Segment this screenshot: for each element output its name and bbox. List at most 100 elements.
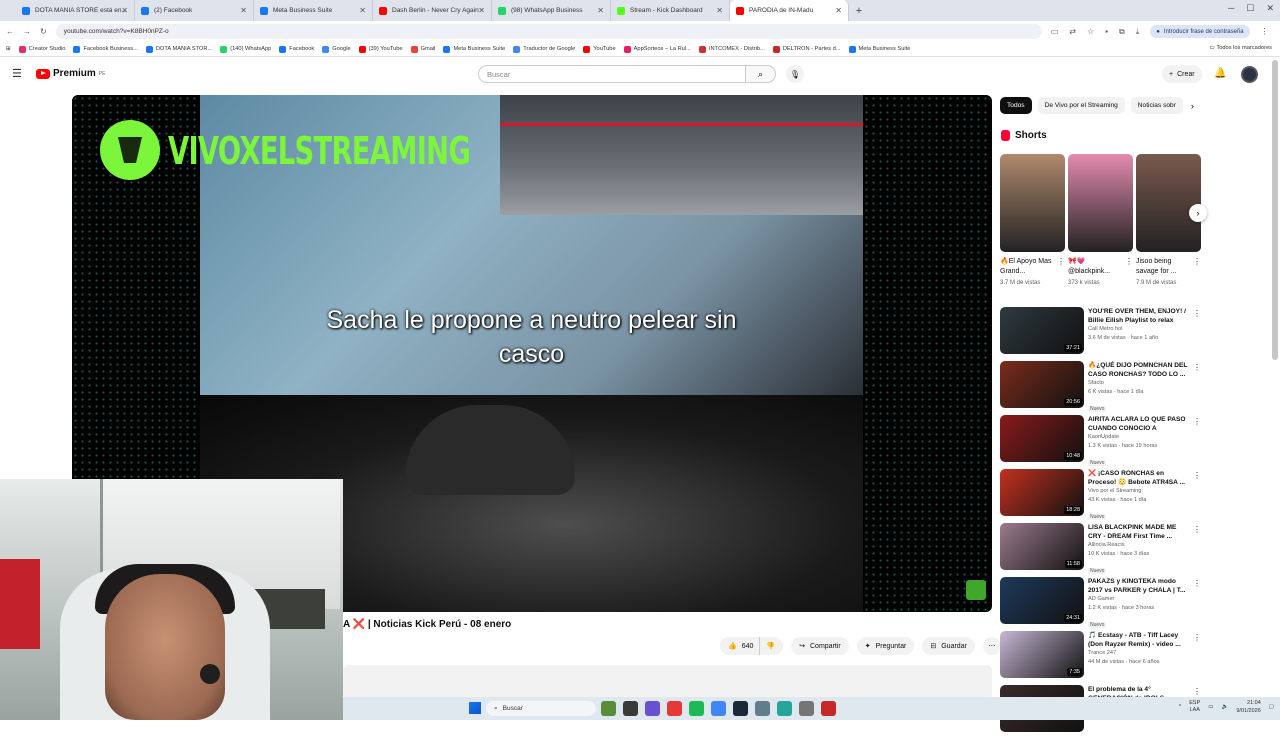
browser-tab[interactable]: (98) WhatsApp Business ✕ — [492, 0, 611, 21]
back-icon[interactable]: ← — [6, 27, 14, 36]
more-actions-button[interactable]: ⋯ — [982, 637, 1001, 655]
bookmark-item[interactable]: (39) YouTube — [358, 45, 403, 53]
browser-tab[interactable]: PARODIA de IN-Madu ✕ — [730, 0, 849, 21]
puzzle-icon[interactable]: ⧉ — [1119, 27, 1125, 37]
recommendation-menu-icon[interactable]: ⋮ — [1193, 687, 1201, 696]
bookmark-item[interactable]: Google — [322, 45, 351, 53]
browser-tab[interactable]: Stream - Kick Dashboard ✕ — [611, 0, 730, 21]
start-button[interactable] — [469, 702, 481, 714]
recommendation-thumbnail[interactable]: 37:21 — [1000, 307, 1084, 354]
short-thumbnail[interactable] — [1068, 154, 1133, 252]
taskbar-app-icon[interactable] — [623, 701, 638, 716]
taskbar-app-icon[interactable] — [777, 701, 792, 716]
forward-icon[interactable]: → — [23, 27, 31, 36]
filter-chip[interactable]: Todos — [1000, 97, 1032, 114]
maximize-icon[interactable]: ☐ — [1246, 3, 1254, 14]
recommendation-item[interactable]: 24:31 PAKAZS y KINGTEKA modo 2017 vs PARK… — [1000, 577, 1204, 631]
taskbar-app-icon[interactable] — [755, 701, 770, 716]
search-input[interactable]: Buscar — [478, 65, 746, 83]
browser-tab[interactable]: DOTA MANIA STORE está en... ✕ — [16, 0, 135, 21]
page-scrollbar[interactable] — [1272, 60, 1278, 360]
network-icon[interactable]: ▭ — [1208, 704, 1213, 710]
browser-tab[interactable]: (2) Facebook ✕ — [135, 0, 254, 21]
tab-close-icon[interactable]: ✕ — [478, 6, 485, 15]
bookmark-item[interactable]: YouTube — [583, 45, 616, 53]
profile-button[interactable]: ● Introducir frase de contraseña — [1150, 25, 1250, 38]
tab-close-icon[interactable]: ✕ — [121, 6, 128, 15]
bookmark-item[interactable]: INTCOMEX - Distrib... — [698, 45, 765, 53]
recommendation-menu-icon[interactable]: ⋮ — [1193, 363, 1201, 372]
bookmark-item[interactable]: Traductor de Google — [513, 45, 575, 53]
short-card[interactable]: 🎀💗 @blackpink... ⋮ 373 k vistas — [1068, 154, 1133, 286]
like-button[interactable]: 👍 640 — [720, 637, 760, 655]
recommendation-menu-icon[interactable]: ⋮ — [1193, 525, 1201, 534]
bookmark-item[interactable]: Gmail — [410, 45, 435, 53]
save-button[interactable]: ⊟ Guardar — [922, 637, 975, 655]
voice-search-button[interactable]: 🎙 — [786, 65, 804, 83]
short-thumbnail[interactable] — [1136, 154, 1201, 252]
taskbar-app-icon[interactable] — [821, 701, 836, 716]
recommendation-item[interactable]: 20:56 🔥¿QUÉ DIJO POMNCHAN DEL CASO RONCHA… — [1000, 361, 1204, 415]
volume-icon[interactable]: 🔈 — [1221, 704, 1228, 710]
close-window-icon[interactable]: ✕ — [1266, 3, 1274, 14]
chips-next-icon[interactable]: › — [1191, 101, 1194, 111]
translate-icon[interactable]: ⇄ — [1069, 27, 1076, 36]
minimize-icon[interactable]: ─ — [1228, 3, 1234, 14]
bookmark-item[interactable]: Meta Business Suite — [443, 45, 505, 53]
notification-center-icon[interactable]: ▢ — [1269, 704, 1274, 710]
bookmark-item[interactable]: (140) WhatsApp — [220, 45, 271, 53]
recommendation-thumbnail[interactable]: 20:56 — [1000, 361, 1084, 408]
ask-button[interactable]: ✦ Preguntar — [856, 637, 915, 655]
short-menu-icon[interactable]: ⋮ — [1057, 257, 1065, 267]
search-button[interactable]: ⌕ — [746, 65, 776, 83]
description-box[interactable] — [343, 665, 992, 700]
reload-icon[interactable]: ↻ — [40, 27, 47, 36]
recommendation-menu-icon[interactable]: ⋮ — [1193, 417, 1201, 426]
recommendation-thumbnail[interactable]: 18:28 — [1000, 469, 1084, 516]
browser-tab[interactable]: Meta Business Suite ✕ — [254, 0, 373, 21]
bookmark-item[interactable]: Meta Business Suite — [848, 45, 910, 53]
recommendation-menu-icon[interactable]: ⋮ — [1193, 579, 1201, 588]
bookmark-item[interactable]: AppSorteos – La Rul... — [623, 45, 691, 53]
new-tab-button[interactable]: + — [849, 5, 869, 17]
bookmark-item[interactable]: Facebook — [279, 45, 314, 53]
filter-chip[interactable]: Noticias sobr — [1130, 97, 1183, 114]
cast-icon[interactable]: ▭ — [1051, 27, 1059, 36]
filter-chip[interactable]: De Vivo por el Streaming — [1037, 97, 1125, 114]
recommendation-menu-icon[interactable]: ⋮ — [1193, 633, 1201, 642]
short-card[interactable]: Jisoo being savage for ... ⋮ 7.9 M de vist… — [1136, 154, 1201, 286]
language-indicator[interactable]: ESP LAA — [1189, 700, 1200, 714]
account-avatar[interactable] — [1241, 66, 1258, 83]
taskbar-app-icon[interactable] — [667, 701, 682, 716]
recommendation-thumbnail[interactable]: 24:31 — [1000, 577, 1084, 624]
all-bookmarks-button[interactable]: ▭ Todos los marcadores — [1210, 45, 1273, 51]
taskbar-app-icon[interactable] — [645, 701, 660, 716]
taskbar-app-icon[interactable] — [799, 701, 814, 716]
tray-chevron-icon[interactable]: ^ — [1179, 704, 1182, 710]
tab-close-icon[interactable]: ✕ — [240, 6, 247, 15]
download-icon[interactable]: ⤓ — [1136, 27, 1140, 37]
tab-close-icon[interactable]: ✕ — [835, 6, 842, 15]
bookmark-item[interactable]: DOTA MANIA STOR... — [145, 45, 212, 53]
browser-tab[interactable]: Dash Berlin - Never Cry Again ✕ — [373, 0, 492, 21]
short-menu-icon[interactable]: ⋮ — [1193, 257, 1201, 267]
extension-icon[interactable]: ▪ — [1105, 27, 1108, 36]
recommendation-menu-icon[interactable]: ⋮ — [1193, 309, 1201, 318]
short-menu-icon[interactable]: ⋮ — [1125, 257, 1133, 267]
taskbar-search[interactable]: ⌕ Buscar — [486, 701, 596, 716]
bookmark-item[interactable]: DELTRON - Partes d... — [772, 45, 841, 53]
taskbar-app-icon[interactable] — [733, 701, 748, 716]
chrome-taskbar-icon[interactable] — [711, 701, 726, 716]
tab-close-icon[interactable]: ✕ — [597, 6, 604, 15]
short-card[interactable]: 🔥El Apoyo Mas Grand... ⋮ 3.7 M de vistas — [1000, 154, 1065, 286]
hamburger-menu-icon[interactable]: ☰ — [12, 69, 23, 80]
recommendation-item[interactable]: 18:28 ❌ ¡CASO RONCHAS en Proceso! 😳 Bebot… — [1000, 469, 1204, 523]
share-button[interactable]: ↪ Compartir — [791, 637, 849, 655]
dislike-button[interactable]: 👎 — [759, 637, 784, 655]
recommendation-thumbnail[interactable]: 11:58 — [1000, 523, 1084, 570]
notifications-bell-icon[interactable]: 🔔 — [1214, 68, 1226, 79]
bookmark-item[interactable]: Creator Studio — [18, 45, 65, 53]
browser-menu-icon[interactable]: ⋮ — [1261, 27, 1269, 36]
taskbar-app-icon[interactable] — [601, 701, 616, 716]
recommendation-item[interactable]: 37:21 YOU'RE OVER THEM, ENJOY! / Billie E… — [1000, 307, 1204, 361]
